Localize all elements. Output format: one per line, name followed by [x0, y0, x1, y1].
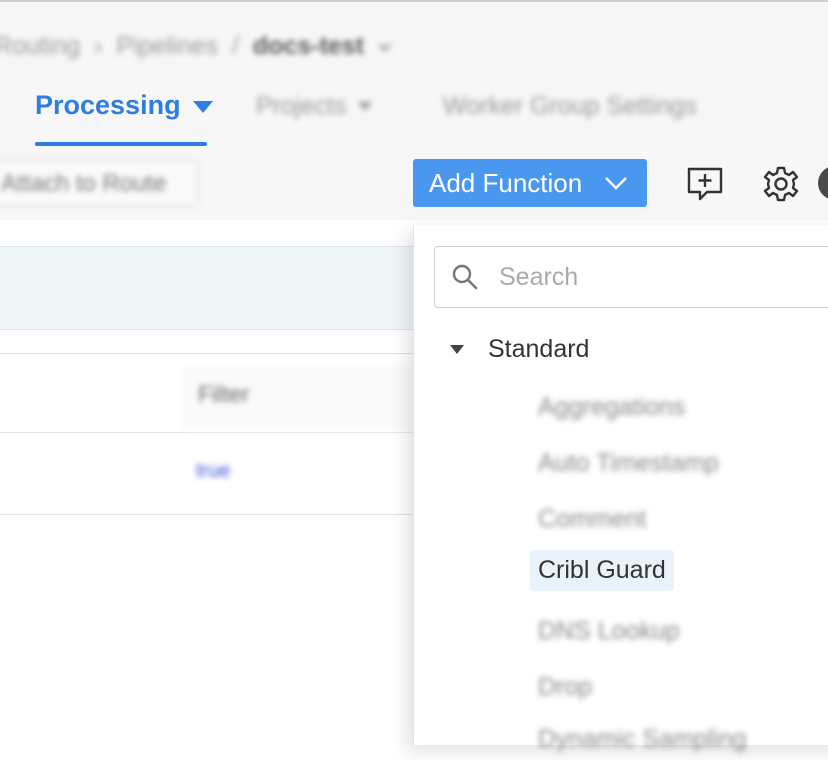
search-icon: [452, 264, 478, 290]
function-search[interactable]: [434, 246, 828, 308]
breadcrumb-routing[interactable]: Routing: [0, 32, 80, 61]
filter-cell-value[interactable]: true: [196, 460, 230, 483]
tab-processing-label: Processing: [35, 90, 181, 120]
tab-projects[interactable]: Projects: [256, 92, 373, 121]
breadcrumb-pipelines[interactable]: Pipelines: [117, 32, 218, 61]
function-item-drop[interactable]: Drop: [530, 667, 600, 708]
add-function-button[interactable]: Add Function: [413, 159, 647, 207]
active-tab-indicator: [35, 142, 207, 146]
breadcrumb-separator: /: [231, 32, 239, 60]
tab-projects-label: Projects: [256, 92, 347, 120]
comment-plus-icon: [687, 167, 723, 201]
chevron-down-icon[interactable]: [378, 40, 392, 54]
breadcrumb: Routing › Pipelines / docs-test: [0, 32, 392, 61]
filter-column-header: Filter: [185, 366, 415, 430]
function-item-dynamic-sampling[interactable]: Dynamic Sampling: [530, 719, 754, 760]
tab-worker-group-settings[interactable]: Worker Group Settings: [443, 92, 697, 121]
row-divider: [0, 432, 420, 433]
settings-icon[interactable]: [760, 163, 802, 205]
caret-down-icon: [192, 100, 213, 113]
row-divider: [0, 514, 420, 515]
row-divider: [0, 353, 420, 354]
chevron-down-icon: [605, 177, 628, 190]
search-input[interactable]: [497, 261, 801, 293]
group-standard[interactable]: Standard: [450, 335, 589, 364]
add-function-dropdown: Standard Aggregations Auto Timestamp Com…: [413, 225, 828, 753]
gear-icon: [763, 166, 799, 202]
add-function-label: Add Function: [429, 167, 583, 198]
attach-to-route-button[interactable]: Attach to Route: [0, 160, 198, 206]
feedback-icon[interactable]: [684, 163, 726, 205]
caret-down-icon: [358, 102, 373, 111]
breadcrumb-separator: ›: [94, 32, 103, 60]
function-item-dns-lookup[interactable]: DNS Lookup: [530, 611, 688, 652]
function-item-comment[interactable]: Comment: [530, 499, 654, 540]
top-nav: Processing Projects Worker Group Setting…: [0, 84, 828, 146]
breadcrumb-current-pipeline[interactable]: docs-test: [253, 32, 364, 61]
tab-processing[interactable]: Processing: [35, 90, 213, 121]
function-item-aggregations[interactable]: Aggregations: [530, 387, 693, 428]
function-item-auto-timestamp[interactable]: Auto Timestamp: [530, 443, 727, 484]
function-item-cribl-guard[interactable]: Cribl Guard: [530, 550, 674, 591]
caret-down-icon: [450, 345, 464, 354]
group-standard-label: Standard: [488, 335, 590, 363]
